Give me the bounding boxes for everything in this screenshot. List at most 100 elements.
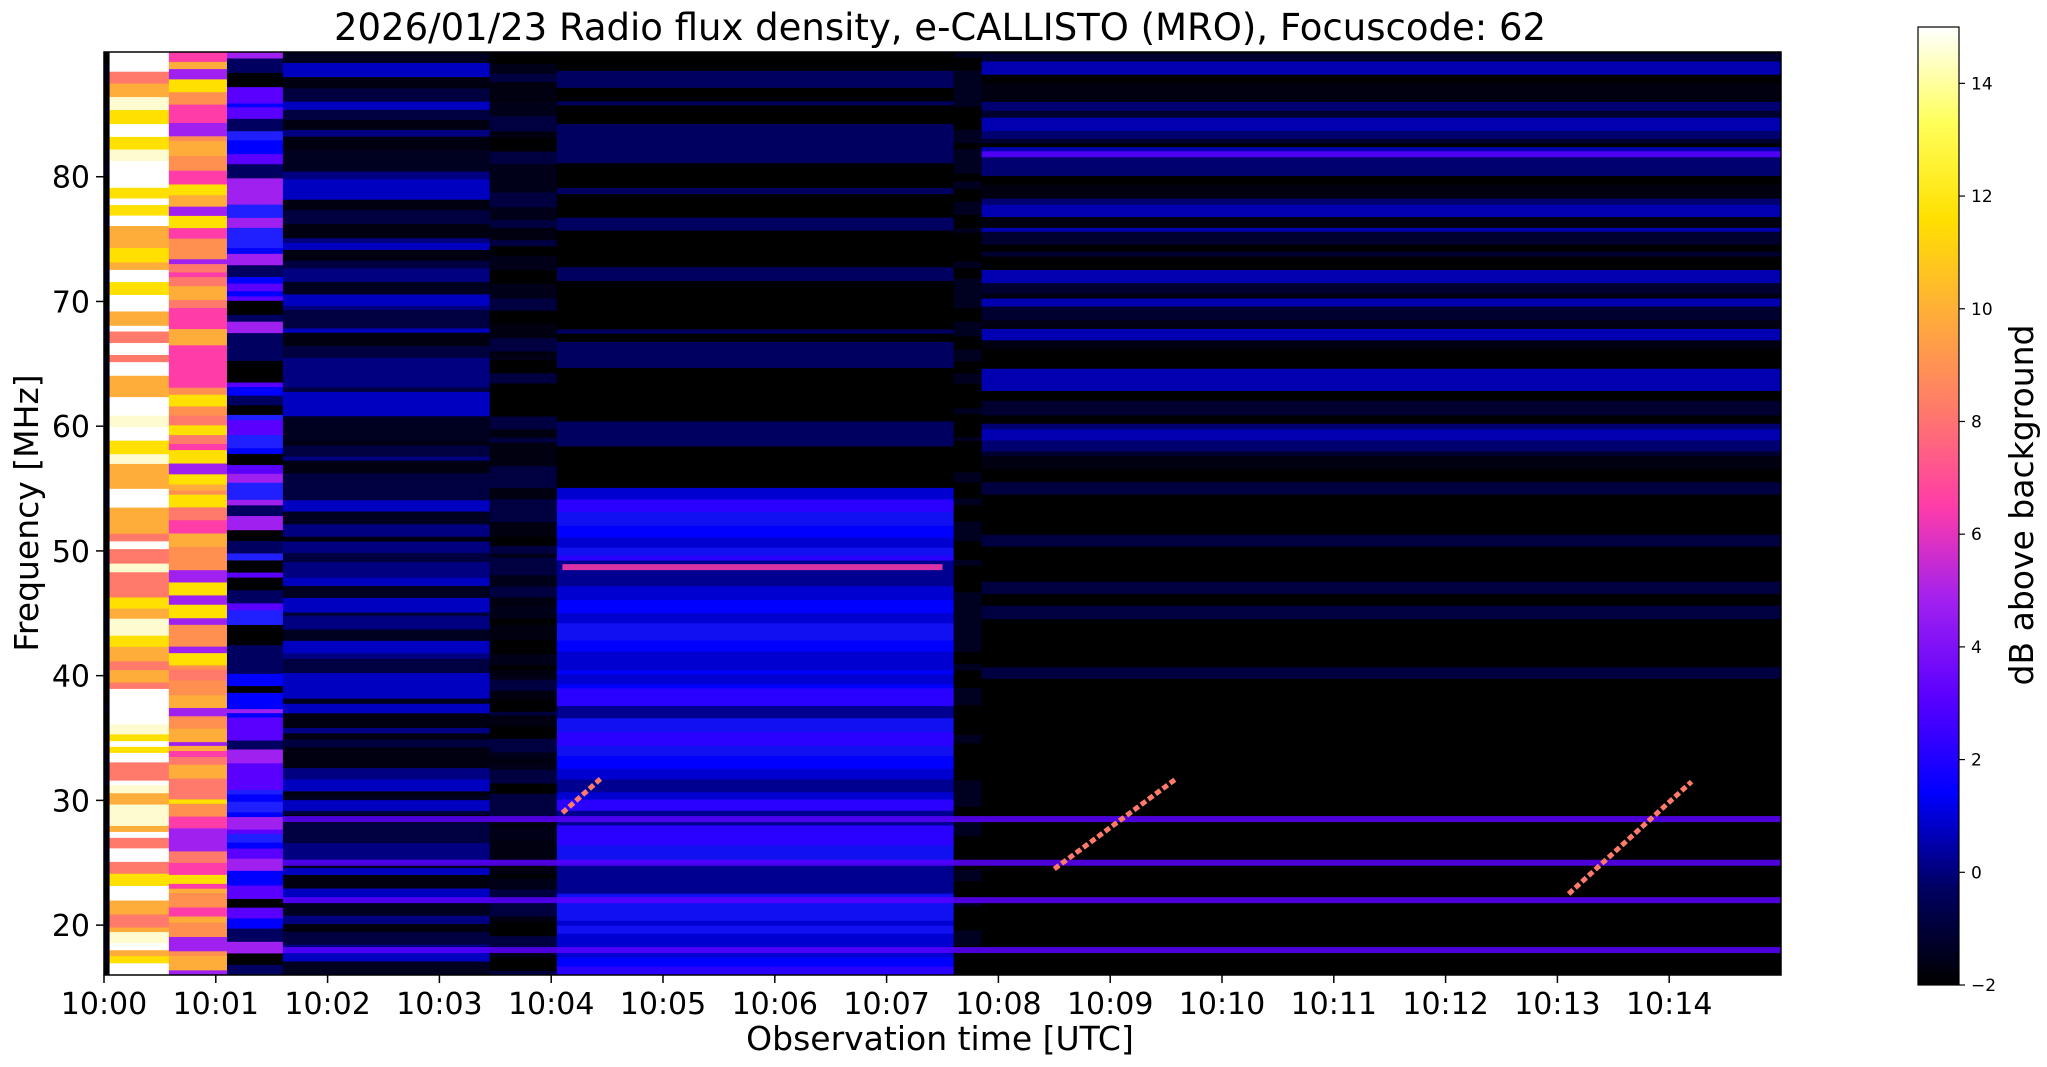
heatmap-cell (104, 877, 111, 890)
heatmap-cell (953, 794, 983, 807)
heatmap-cell (282, 209, 491, 225)
heatmap-cell (226, 793, 284, 802)
heatmap-cell (104, 863, 111, 878)
heatmap-cell (282, 790, 491, 797)
heatmap-cell (981, 546, 1781, 561)
heatmap-cell (556, 230, 955, 235)
heatmap-cell (953, 267, 983, 279)
heatmap-cell (953, 424, 983, 438)
heatmap-cell (282, 178, 491, 186)
heatmap-cell (556, 172, 955, 189)
heatmap-cell (489, 675, 558, 681)
heatmap-cell (556, 187, 955, 195)
heatmap-cell (282, 652, 491, 659)
heatmap-cell (282, 939, 491, 945)
heatmap-cell (981, 117, 1781, 125)
heatmap-cell (109, 926, 170, 933)
heatmap-cell (282, 171, 491, 180)
heatmap-cell (168, 519, 228, 534)
heatmap-cell (104, 833, 111, 845)
heatmap-cell (953, 463, 983, 473)
heatmap-cell (104, 149, 111, 161)
heatmap-cell (953, 540, 983, 555)
heatmap-cell (226, 493, 284, 500)
heatmap-cell (109, 931, 170, 944)
heatmap-cell (104, 544, 111, 550)
heatmap-cell (282, 129, 491, 137)
heatmap-cell (168, 194, 228, 207)
heatmap-cell (556, 193, 955, 202)
heatmap-cell (109, 361, 170, 376)
heatmap-cell (282, 101, 491, 110)
heatmap-cell (104, 676, 111, 685)
heatmap-cell (556, 473, 955, 488)
heatmap-cell (556, 123, 955, 139)
heatmap-cell (104, 574, 111, 586)
heatmap-cell (226, 276, 284, 284)
heatmap-cell (168, 750, 228, 758)
heatmap-feature-band (562, 564, 943, 571)
heatmap-cell (109, 396, 170, 408)
heatmap-cell (226, 106, 284, 119)
x-tick-label: 10:09 (1067, 987, 1153, 1022)
heatmap-cell (953, 579, 983, 587)
heatmap-cell (953, 120, 983, 130)
heatmap-cell (489, 624, 558, 634)
heatmap-cell (104, 226, 111, 234)
heatmap-cell (109, 123, 170, 137)
heatmap-cell (109, 354, 170, 363)
heatmap-cell (226, 346, 284, 361)
heatmap-cell (104, 684, 111, 693)
heatmap-area (104, 52, 1781, 975)
heatmap-cell (168, 633, 228, 647)
time-segment-dark-blue (282, 52, 491, 975)
heatmap-cell (226, 196, 284, 205)
colorbar-tick-label: 8 (1971, 412, 1982, 432)
heatmap-cell (489, 337, 558, 352)
heatmap-cell (282, 703, 491, 714)
heatmap-cell (168, 624, 228, 634)
heatmap-cell (981, 657, 1781, 668)
heatmap-cell (109, 305, 170, 312)
heatmap-cell (556, 956, 955, 967)
heatmap-cell (168, 494, 228, 508)
heatmap-cell (109, 761, 170, 768)
heatmap-cell (168, 862, 228, 875)
heatmap-cell (981, 871, 1781, 879)
heatmap-cell (953, 85, 983, 101)
heatmap-cell (226, 464, 284, 474)
heatmap-cell (226, 163, 284, 179)
heatmap-cell (981, 629, 1781, 634)
heatmap-cell (226, 419, 284, 436)
heatmap-cell (226, 360, 284, 374)
heatmap-cell (282, 199, 491, 211)
heatmap-cell (489, 255, 558, 271)
heatmap-cell (109, 708, 170, 725)
y-axis-label: Frequency [MHz] (7, 374, 46, 651)
heatmap-cell (556, 208, 955, 218)
heatmap-cell (109, 831, 170, 838)
heatmap-cell (168, 569, 228, 583)
heatmap-cell (489, 873, 558, 879)
heatmap-cell (104, 471, 111, 487)
heatmap-cell (104, 451, 111, 457)
x-tick-label: 10:10 (1179, 987, 1265, 1022)
heatmap-cell (953, 611, 983, 624)
heatmap-cell (556, 525, 955, 538)
heatmap-cell (104, 513, 111, 525)
heatmap-cell (168, 707, 228, 717)
heatmap-cell (953, 669, 983, 676)
heatmap-cell (282, 658, 491, 668)
heatmap-cell (168, 415, 228, 426)
heatmap-cell (489, 73, 558, 82)
heatmap-cell (104, 93, 111, 104)
heatmap-cell (489, 124, 558, 132)
heatmap-cell (981, 227, 1781, 232)
heatmap-cell (282, 799, 491, 811)
heatmap-cell (981, 74, 1781, 84)
heatmap-cell (981, 293, 1781, 299)
heatmap-cell (109, 406, 170, 416)
heatmap-cell (282, 444, 491, 457)
heatmap-cell (226, 295, 284, 301)
heatmap-cell (981, 269, 1781, 284)
